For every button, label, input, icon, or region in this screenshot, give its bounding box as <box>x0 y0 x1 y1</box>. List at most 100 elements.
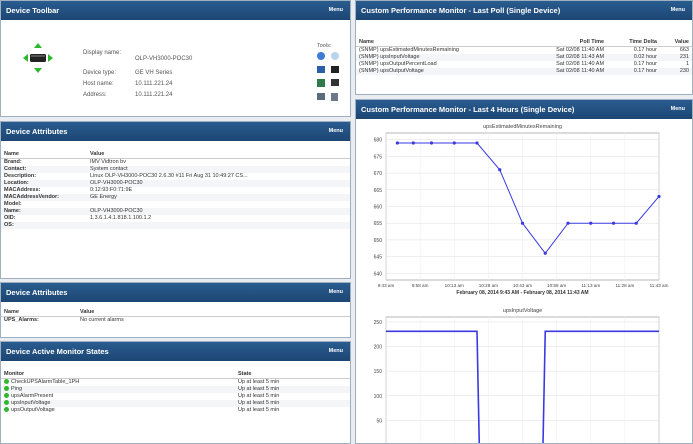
terminal-icon[interactable] <box>331 79 339 86</box>
y-tick-label: 655 <box>374 221 383 227</box>
table-cell: 0.02 hour <box>607 54 660 61</box>
y-tick-label: 100 <box>374 394 383 400</box>
panel-title: Custom Performance Monitor - Last Poll (… <box>361 6 561 15</box>
monitor-name: Ping <box>11 386 23 392</box>
table-cell[interactable]: upsAlarmPresent <box>1 393 235 400</box>
sphere-icon[interactable] <box>331 52 339 60</box>
y-tick-label: 670 <box>374 171 383 177</box>
table-cell[interactable]: (SNMP) upsEstimatedMinutesRemaining <box>356 47 522 55</box>
table-cell: Contact: <box>1 166 87 173</box>
table-cell <box>87 222 350 229</box>
table-row: MACAddress: 0:12:93:F0:71:9E <box>1 187 350 194</box>
table-cell[interactable]: (SNMP) upsInputVoltage <box>356 54 523 61</box>
table-cell: Name: <box>1 208 87 215</box>
display-name-value: OLP-VH3000-POC30 <box>135 56 193 62</box>
table-cell: UPS_Alarms: <box>4 317 39 323</box>
table-cell: OS: <box>1 222 87 229</box>
table-cell: Up at least 5 min <box>238 393 280 399</box>
last-poll-panel: Custom Performance Monitor - Last Poll (… <box>355 0 693 95</box>
x-tick-label: 11:28 am <box>615 283 634 288</box>
table-row: (SNMP) upsOutputVoltage Sat 02/08 11:40 A… <box>356 68 692 75</box>
data-point <box>611 221 616 225</box>
chart-title: upsEstimatedMinutesRemaining <box>483 124 562 130</box>
table-cell: OLP-VH3000-POC30 <box>87 180 350 187</box>
table-cell <box>87 201 350 208</box>
tools-label: Tools: <box>317 43 332 49</box>
column-header: State <box>235 370 350 379</box>
table-row: Location: OLP-VH3000-POC30 <box>1 180 350 187</box>
network-icon[interactable] <box>317 79 325 87</box>
column-header: Monitor <box>1 370 235 379</box>
y-tick-label: 650 <box>374 238 383 244</box>
data-point <box>634 221 638 225</box>
table-cell: Brand: <box>4 159 22 165</box>
y-tick-label: 150 <box>374 369 383 375</box>
table-cell: Sat 02/08 11:40 AM <box>556 61 605 67</box>
table-cell[interactable]: upsOutputVoltage <box>1 407 235 414</box>
table-row: Name: OLP-VH3000-POC30 <box>1 208 350 215</box>
menu-button[interactable]: Menu <box>671 100 685 119</box>
y-tick-label: 250 <box>374 320 383 326</box>
host-name-label: Host name: <box>83 81 114 87</box>
menu-button[interactable]: Menu <box>329 342 343 361</box>
table-row: (SNMP) upsEstimatedMinutesRemaining Sat 0… <box>356 47 692 55</box>
panel-title: Custom Performance Monitor - Last 4 Hour… <box>361 105 575 114</box>
monitor-icon[interactable] <box>317 66 325 73</box>
tree-icon[interactable] <box>317 93 325 100</box>
menu-button[interactable]: Menu <box>671 1 685 20</box>
menu-button[interactable]: Menu <box>329 122 343 141</box>
table-cell: 230 <box>659 68 692 75</box>
table-cell: 663 <box>679 47 689 53</box>
table-cell: Linux OLP-VH3000-POC30 2.6.30 #11 Fri Au… <box>90 173 248 179</box>
table-cell: Sat 02/08 11:40 AM <box>556 47 605 53</box>
attributes-table: Name Value Brand: IMV Vidtron bv Contact: S… <box>1 150 350 229</box>
last-poll-header: Custom Performance Monitor - Last Poll (… <box>356 1 692 20</box>
table-cell[interactable]: Ping <box>1 386 235 393</box>
table-cell: MACAddress: <box>4 187 41 193</box>
table-cell[interactable]: (SNMP) upsOutputVoltage <box>356 68 523 75</box>
table-row: Ping Up at least 5 min <box>1 386 350 393</box>
device-toolbar-panel: Device Toolbar Menu Display name: OLP-VH… <box>0 0 351 117</box>
data-point <box>498 168 502 172</box>
document-icon[interactable] <box>331 93 338 101</box>
table-row: upsInputVoltage Up at least 5 min <box>1 400 350 407</box>
monitor-name: upsInputVoltage <box>11 400 51 406</box>
status-up-icon <box>4 400 9 406</box>
table-cell: Sat 02/08 11:40 AM <box>522 68 608 75</box>
x-tick-label: 11:13 am <box>581 283 600 288</box>
table-cell: Up at least 5 min <box>235 400 350 407</box>
chart-icon[interactable] <box>331 66 339 73</box>
y-tick-label: 645 <box>374 255 383 261</box>
x-tick-label: 10:13 am <box>445 283 464 288</box>
table-cell: Description: <box>4 173 37 179</box>
table-cell: 0.17 hour <box>633 47 657 53</box>
monitor-table: Monitor State CheckUPSAlarmTable_1PH Up a… <box>1 370 350 414</box>
menu-button[interactable]: Menu <box>329 283 343 302</box>
status-up-icon <box>4 386 9 392</box>
table-cell: OLP-VH3000-POC30 <box>87 208 350 215</box>
y-tick-label: 675 <box>374 154 383 160</box>
table-cell: OID: <box>4 215 16 221</box>
table-cell: 0.17 hour <box>633 61 657 67</box>
device-attributes-panel: Device Attributes Menu Name Value Brand:… <box>0 121 351 279</box>
data-point <box>411 141 415 145</box>
table-row: UPS_Alarms: No current alarms <box>1 317 350 325</box>
table-row: Description: Linux OLP-VH3000-POC30 2.6.3… <box>1 173 350 180</box>
minutes-remaining-chart: upsEstimatedMinutesRemaining 640 645 650 655… <box>374 124 669 296</box>
menu-button[interactable]: Menu <box>329 1 343 20</box>
column-header: Poll Time <box>522 38 608 47</box>
table-cell: 1.3.6.1.4.1.818.1.100.1.2 <box>90 215 152 221</box>
table-cell[interactable]: upsInputVoltage <box>1 400 235 407</box>
globe-icon[interactable] <box>317 52 325 60</box>
panel-title: Device Active Monitor States <box>6 347 109 356</box>
table-cell[interactable]: (SNMP) upsOutputPercentLoad <box>356 61 522 68</box>
x-axis-label: February 08, 2014 9:43 AM - February 08,… <box>456 290 588 296</box>
table-row: (SNMP) upsInputVoltage Sat 02/08 11:43 AM… <box>356 54 692 61</box>
table-cell: 231 <box>659 54 692 61</box>
table-row: MACAddressVendor: GE Energy <box>1 194 350 201</box>
column-header: Value <box>77 308 350 317</box>
x-tick-label: 10:43 am <box>513 283 532 288</box>
table-cell[interactable]: CheckUPSAlarmTable_1PH <box>1 379 235 387</box>
table-cell: Up at least 5 min <box>238 407 280 413</box>
panel-title: Device Toolbar <box>6 6 60 15</box>
